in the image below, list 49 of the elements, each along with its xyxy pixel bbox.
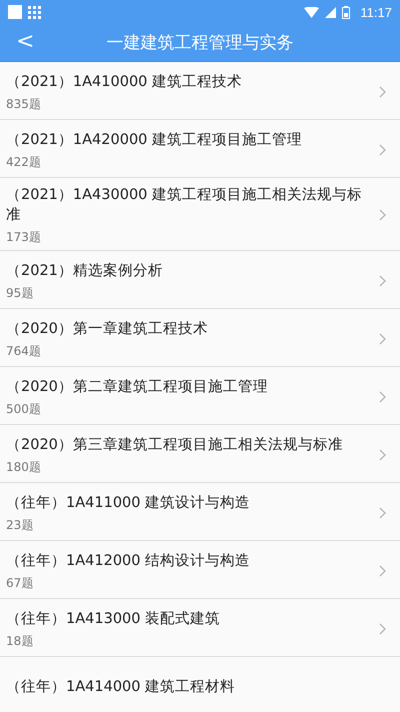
chevron-icon xyxy=(379,622,386,634)
question-count: 422题 xyxy=(6,154,42,170)
question-count: 835题 xyxy=(6,96,42,112)
chapter-title: （2021）1A410000 建筑工程技术 xyxy=(6,72,242,92)
chapter-title: （2020）第三章建筑工程项目施工相关法规与标准 xyxy=(6,436,343,454)
chapter-item[interactable]: （2021）精选案例分析 95题 xyxy=(0,251,400,309)
chapter-item[interactable]: （往年）1A414000 建筑工程材料 xyxy=(0,657,400,712)
chapter-item[interactable]: （2020）第三章建筑工程项目施工相关法规与标准 180题 xyxy=(0,425,400,483)
chevron-icon xyxy=(379,390,386,402)
chapter-item[interactable]: （往年）1A412000 结构设计与构造 67题 xyxy=(0,541,400,599)
chapter-item[interactable]: （往年）1A413000 装配式建筑 18题 xyxy=(0,599,400,657)
question-count: 95题 xyxy=(6,286,34,300)
chevron-icon xyxy=(379,448,386,460)
grid-icon xyxy=(28,6,41,18)
chapter-item[interactable]: （2020）第一章建筑工程技术 764题 xyxy=(0,309,400,367)
chevron-icon xyxy=(379,86,386,98)
chapter-title: （2020）第一章建筑工程技术 xyxy=(6,320,208,338)
question-count: 500题 xyxy=(6,402,42,416)
page-title: 一建建筑工程管理与实务 xyxy=(106,32,294,54)
signal-icon xyxy=(325,6,336,18)
notification-icon xyxy=(8,5,22,19)
chevron-icon xyxy=(379,506,386,518)
question-count: 764题 xyxy=(6,344,42,358)
chevron-icon xyxy=(379,564,386,576)
chapter-item[interactable]: （2021）1A430000 建筑工程项目施工相关法规与标准 173题 xyxy=(0,178,400,251)
chapter-item[interactable]: （往年）1A411000 建筑设计与构造 23题 xyxy=(0,483,400,541)
chapter-title: （2021）1A420000 建筑工程项目施工管理 xyxy=(6,130,302,150)
chapter-title: （2021）1A430000 建筑工程项目施工相关法规与标准 xyxy=(6,186,364,225)
question-count: 23题 xyxy=(6,518,34,532)
chapter-title: （2021）精选案例分析 xyxy=(6,262,163,280)
chevron-icon xyxy=(379,332,386,344)
chevron-icon xyxy=(379,209,386,221)
chapter-title: （2020）第二章建筑工程项目施工管理 xyxy=(6,378,268,396)
question-count: 67题 xyxy=(6,576,34,590)
chapter-item[interactable]: （2021）1A420000 建筑工程项目施工管理 422题 xyxy=(0,120,400,178)
chapter-title: （往年）1A413000 装配式建筑 xyxy=(6,610,220,628)
wifi-icon xyxy=(304,6,320,18)
chapter-title: （往年）1A411000 建筑设计与构造 xyxy=(6,494,250,512)
battery-icon xyxy=(342,6,350,18)
chevron-icon xyxy=(379,144,386,156)
question-count: 18题 xyxy=(6,634,34,648)
status-time: 11:17 xyxy=(360,4,392,20)
chapter-title: （往年）1A412000 结构设计与构造 xyxy=(6,552,250,570)
question-count: 180题 xyxy=(6,460,42,474)
chapter-item[interactable]: （2021）1A410000 建筑工程技术 835题 xyxy=(0,62,400,120)
chapter-item[interactable]: （2020）第二章建筑工程项目施工管理 500题 xyxy=(0,367,400,425)
question-count: 173题 xyxy=(6,230,42,245)
chapter-title: （往年）1A414000 建筑工程材料 xyxy=(6,678,236,696)
chevron-icon xyxy=(379,274,386,286)
